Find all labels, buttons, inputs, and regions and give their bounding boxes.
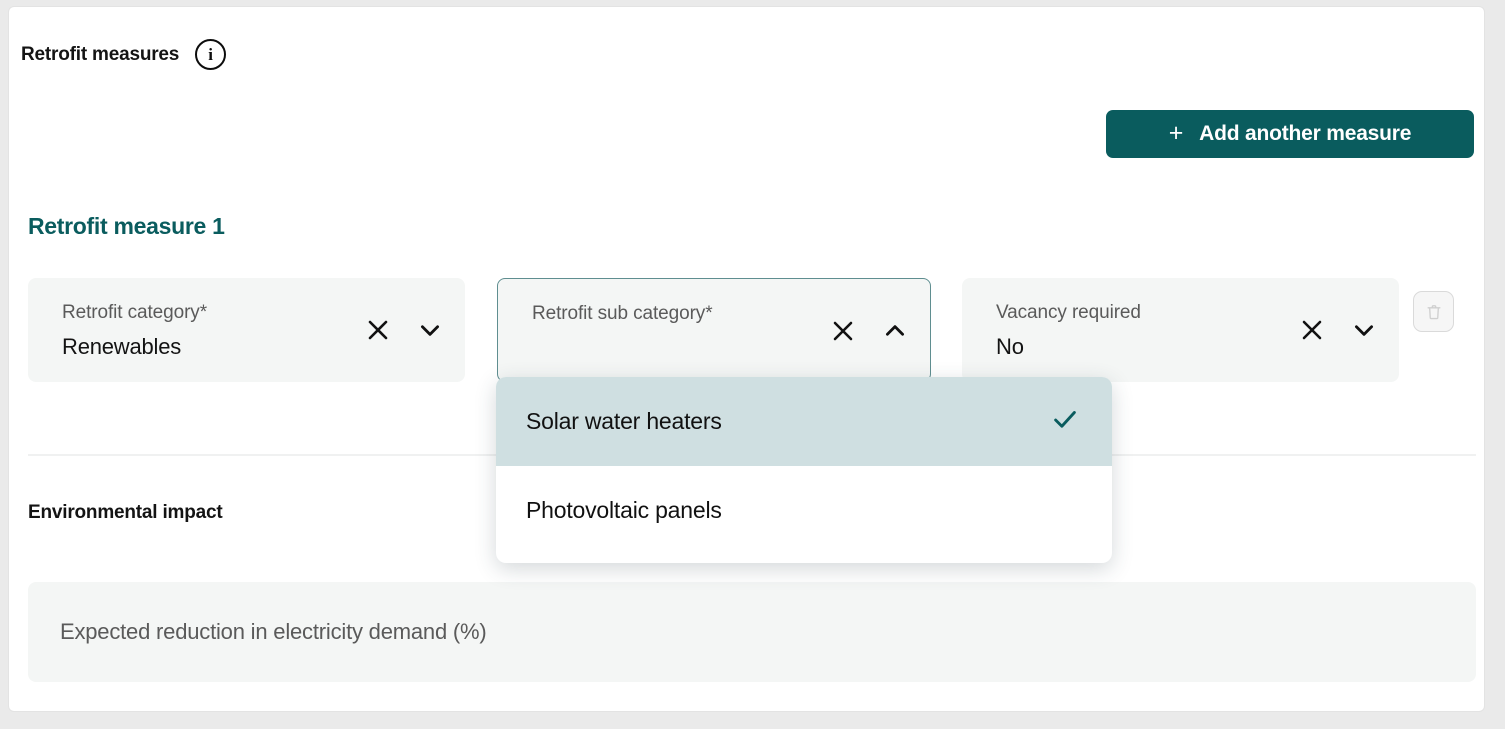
retrofit-sub-category-dropdown: Solar water heaters Photovoltaic panels — [496, 377, 1112, 563]
measure-title: Retrofit measure 1 — [28, 213, 225, 239]
retrofit-sub-category-select[interactable]: Retrofit sub category* — [497, 278, 931, 382]
environmental-impact-title: Environmental impact — [28, 502, 223, 523]
clear-icon[interactable] — [1295, 313, 1329, 347]
chevron-down-icon[interactable] — [1347, 313, 1381, 347]
retrofit-measures-card: Retrofit measures i + Add another measur… — [8, 6, 1485, 712]
dropdown-option-label: Photovoltaic panels — [526, 497, 722, 523]
retrofit-category-label: Retrofit category* — [62, 302, 207, 323]
page-root: Retrofit measures i + Add another measur… — [0, 0, 1505, 729]
section-header: Retrofit measures i — [21, 39, 227, 70]
vacancy-required-label: Vacancy required — [996, 302, 1141, 323]
clear-icon[interactable] — [826, 314, 860, 348]
chevron-up-icon[interactable] — [878, 314, 912, 348]
delete-measure-button[interactable] — [1413, 291, 1454, 332]
clear-icon[interactable] — [361, 313, 395, 347]
retrofit-category-select[interactable]: Retrofit category* Renewables — [28, 278, 465, 382]
add-another-measure-button[interactable]: + Add another measure — [1106, 110, 1474, 158]
retrofit-sub-category-controls — [826, 279, 912, 383]
add-another-measure-label: Add another measure — [1199, 122, 1412, 145]
check-icon — [1050, 404, 1080, 440]
dropdown-option-photovoltaic-panels[interactable]: Photovoltaic panels — [496, 466, 1112, 555]
page-title: Retrofit measures — [21, 43, 180, 65]
trash-icon — [1427, 304, 1440, 319]
retrofit-category-value: Renewables — [62, 334, 182, 359]
chevron-down-icon[interactable] — [413, 313, 447, 347]
dropdown-option-label: Solar water heaters — [526, 408, 722, 434]
measure-field-row: Retrofit category* Renewables Retrofit s… — [28, 278, 1478, 384]
vacancy-required-controls — [1295, 278, 1381, 382]
info-icon[interactable]: i — [195, 39, 227, 70]
dropdown-option-solar-water-heaters[interactable]: Solar water heaters — [496, 377, 1112, 466]
electricity-demand-reduction-input[interactable] — [28, 582, 1476, 682]
vacancy-required-select[interactable]: Vacancy required No — [962, 278, 1399, 382]
retrofit-category-controls — [361, 278, 447, 382]
vacancy-required-value: No — [996, 334, 1024, 359]
retrofit-sub-category-label: Retrofit sub category* — [532, 303, 713, 324]
plus-icon: + — [1168, 118, 1184, 147]
